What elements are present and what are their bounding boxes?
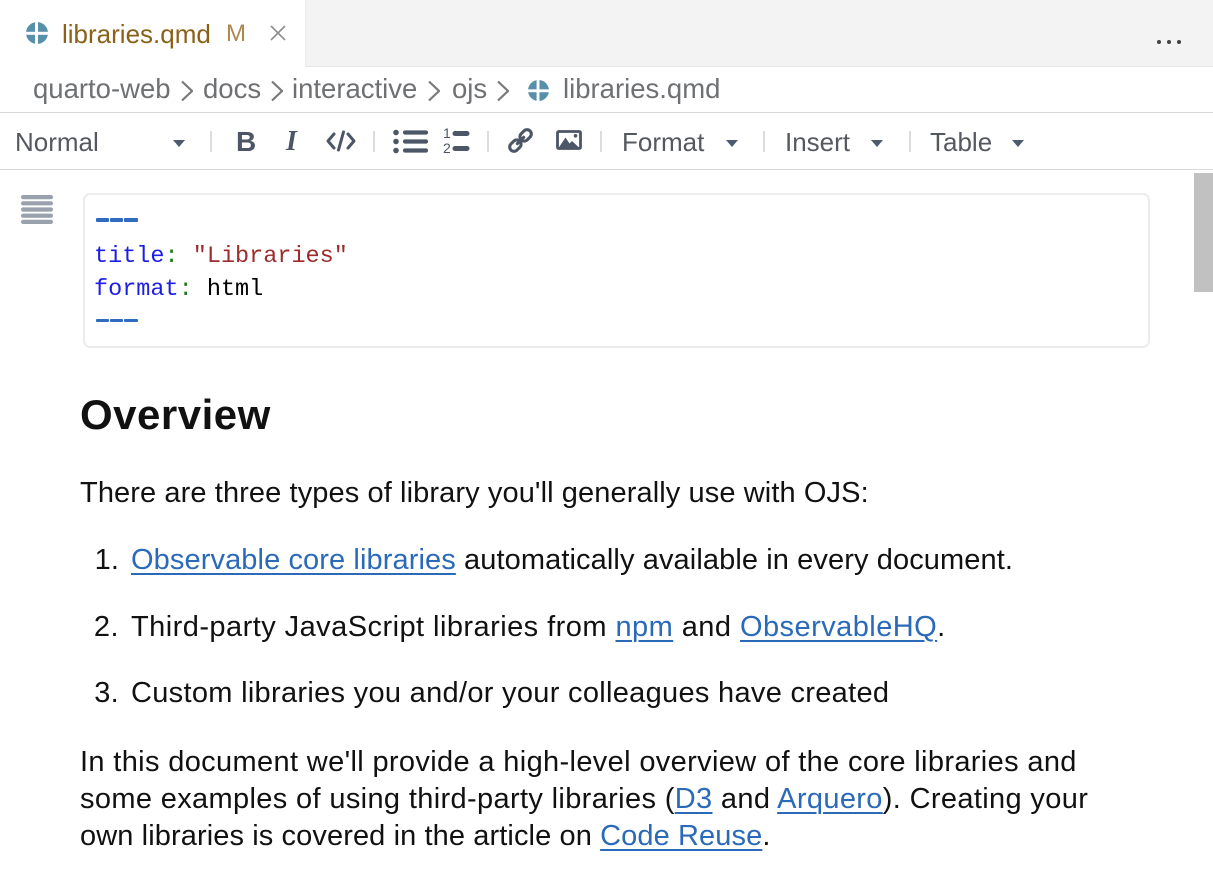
svg-text:1: 1: [443, 127, 451, 141]
svg-text:2: 2: [443, 140, 451, 156]
